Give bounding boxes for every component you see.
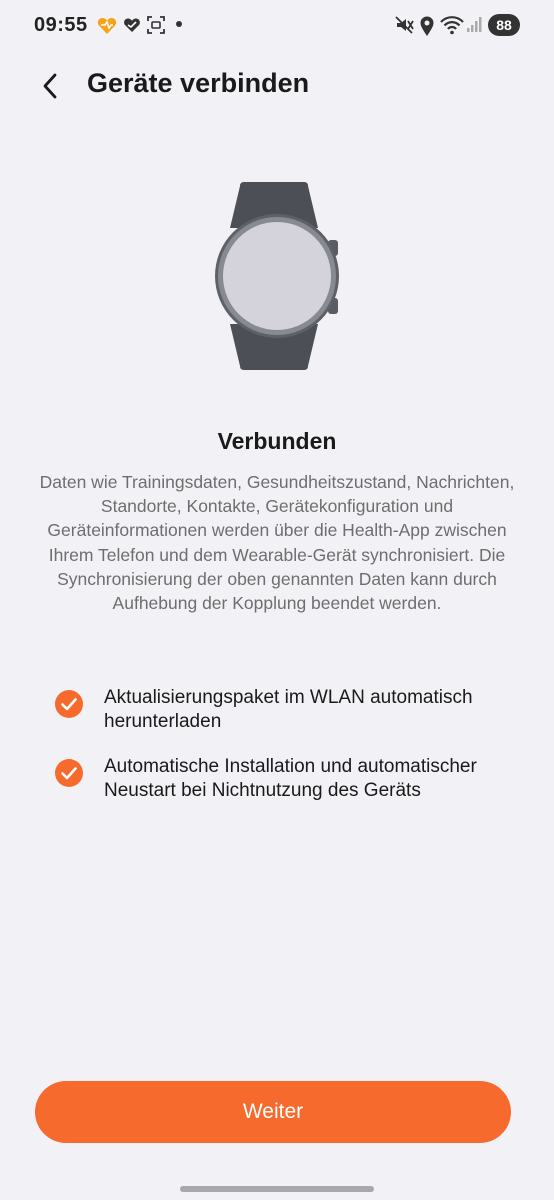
option-auto-install[interactable]: Automatische Installation und automatisc… [54, 755, 524, 803]
next-button[interactable]: Weiter [35, 1081, 511, 1143]
option-label: Automatische Installation und automatisc… [104, 756, 477, 801]
option-label: Aktualisierungspaket im WLAN automatisch… [104, 687, 473, 732]
battery-indicator: 88 [488, 14, 520, 36]
status-bar: 09:55 88 [0, 0, 554, 54]
smartwatch-icon [215, 182, 339, 370]
back-button[interactable] [32, 68, 68, 104]
connection-status-title: Verbunden [217, 428, 337, 454]
option-auto-download[interactable]: Aktualisierungspaket im WLAN automatisch… [54, 686, 524, 734]
mute-icon [395, 16, 414, 34]
wifi-icon [440, 16, 464, 35]
sync-description: Daten wie Trainingsdaten, Gesundheitszus… [39, 472, 515, 614]
heart-icon [124, 18, 140, 32]
page-title: Geräte verbinden [87, 68, 310, 98]
signal-icon [467, 17, 482, 32]
health-heart-icon [97, 18, 117, 34]
status-time: 09:55 [34, 14, 88, 36]
home-indicator[interactable] [180, 1186, 374, 1192]
checkmark-circle-icon[interactable] [54, 689, 84, 719]
location-icon [420, 16, 434, 36]
checkmark-circle-icon[interactable] [54, 758, 84, 788]
dot-icon [176, 21, 182, 27]
screenshot-icon [147, 16, 165, 34]
header: Geräte verbinden [0, 60, 554, 112]
back-arrow-icon [43, 73, 57, 99]
